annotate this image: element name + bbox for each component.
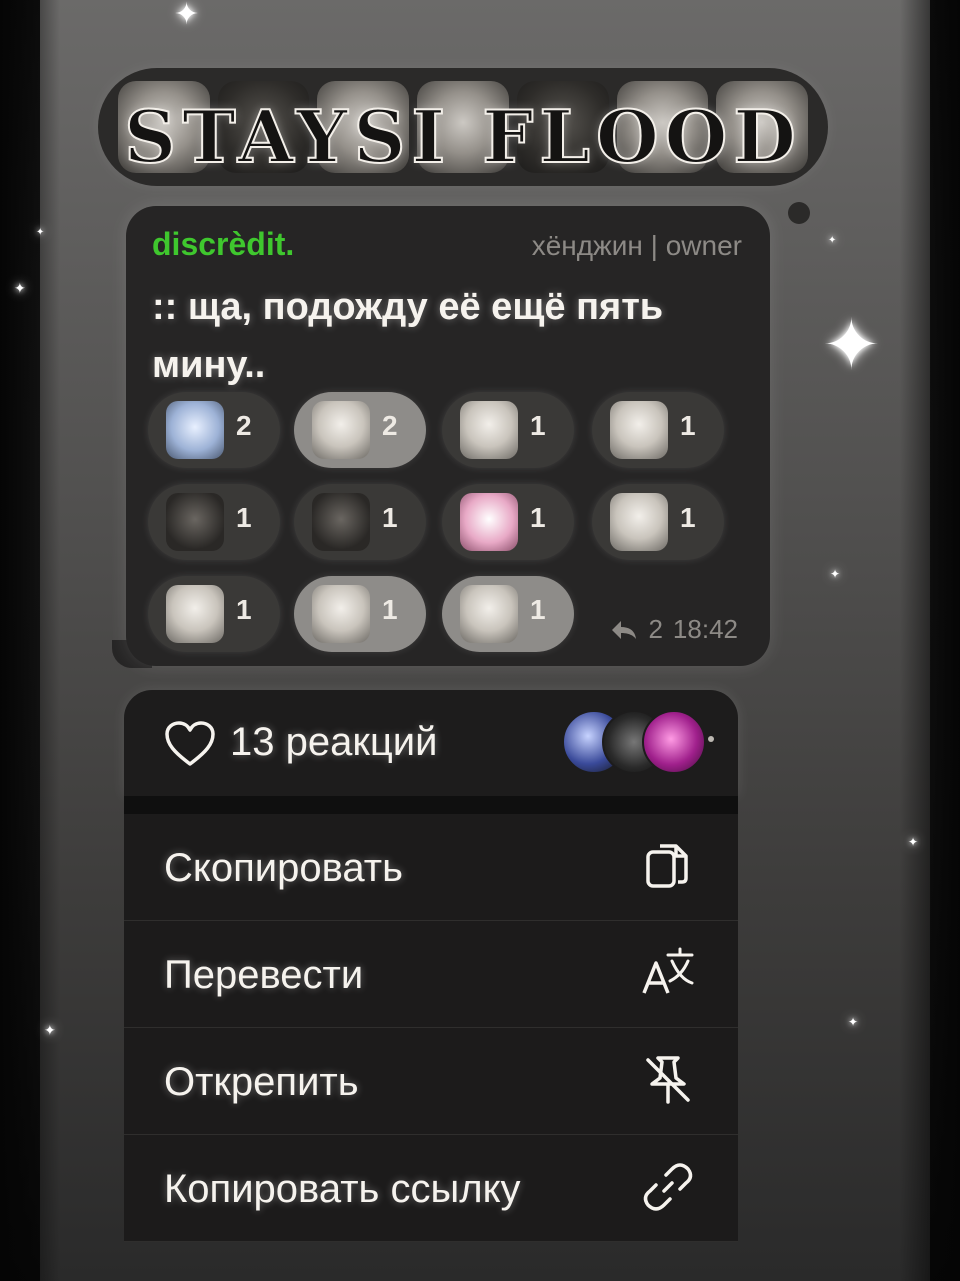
pinned-banner[interactable]: STAYSI FLOOD — [98, 68, 828, 186]
menu-item-label: Открепить — [164, 1060, 359, 1104]
sparkle-icon: ✦ — [828, 235, 837, 246]
translate-menu-item[interactable]: Перевести — [124, 921, 738, 1028]
sender-role: хёнджин | owner — [531, 230, 742, 261]
message-time: 18:42 — [672, 614, 738, 644]
sleeping-cat-sticker-icon — [166, 401, 224, 459]
reaction-chip[interactable]: 2 — [148, 392, 280, 468]
link-icon — [643, 1163, 693, 1211]
sad-cat-face-sticker-icon — [312, 401, 370, 459]
menu-separator — [124, 796, 738, 814]
reply-arrow-icon — [612, 620, 637, 639]
message-bubble[interactable]: discrèdit. хёнджин | owner :: ща, подожд… — [126, 206, 770, 666]
marie-cat-sticker-icon — [460, 493, 518, 551]
sparkle-icon: ✦ — [830, 567, 841, 581]
reactions-count-label: 13 реакций — [230, 720, 438, 764]
lying-cat-sticker-icon — [460, 585, 518, 643]
tabby-cat-face-sticker-icon — [610, 401, 668, 459]
banner-tail-dot — [788, 202, 810, 224]
context-menu: 13 реакций Скопировать Перевести Открепи… — [124, 690, 738, 1281]
reaction-chip[interactable]: 1 — [592, 392, 724, 468]
reactions-summary-row[interactable]: 13 реакций — [124, 690, 738, 796]
reaction-chip[interactable]: 1 — [294, 484, 426, 560]
reaction-chip[interactable]: 2 — [294, 392, 426, 468]
sparkle-icon: ✦ — [174, 0, 200, 32]
menu-item-label: Копировать ссылку — [164, 1167, 521, 1211]
reaction-chip[interactable]: 1 — [442, 392, 574, 468]
siamese-cat-sticker-icon — [312, 493, 370, 551]
sparkle-icon: ✦ — [822, 304, 881, 386]
sender-name[interactable]: discrèdit. — [152, 226, 294, 263]
reply-count: 2 — [648, 614, 663, 644]
reaction-chip[interactable]: 1 — [592, 484, 724, 560]
dark-cat-sticker-icon — [166, 493, 224, 551]
walking-kitten-sticker-icon — [610, 493, 668, 551]
right-vignette — [900, 0, 960, 1281]
left-vignette — [0, 0, 60, 1281]
unpin-menu-item[interactable]: Открепить — [124, 1028, 738, 1135]
copy-link-menu-item[interactable]: Копировать ссылку — [124, 1135, 738, 1242]
reactor-avatars[interactable] — [562, 710, 712, 774]
more-indicator — [708, 736, 714, 742]
menu-item-label: Перевести — [164, 953, 364, 997]
sparkle-icon: ✦ — [848, 1015, 859, 1029]
reaction-chip[interactable]: 1 — [148, 484, 280, 560]
avatar — [642, 710, 706, 774]
copy-menu-item[interactable]: Скопировать — [124, 814, 738, 921]
translate-icon — [642, 947, 694, 994]
message-text: :: ща, подожду её ещё пять мину.. — [152, 286, 664, 386]
sparkle-icon: ✦ — [44, 1023, 56, 1039]
cat-with-mug-sticker-icon — [312, 585, 370, 643]
reaction-chip[interactable]: 1 — [294, 576, 426, 652]
sparkle-icon: ✦ — [36, 227, 45, 238]
calico-cat-sticker-icon — [166, 585, 224, 643]
unpin-icon — [646, 1056, 690, 1104]
heart-icon — [165, 721, 215, 766]
banner-title: STAYSI FLOOD — [123, 93, 802, 180]
screen: ✦ ✦ ✦ ✦ ✦ ✦ ✦ ✦ ✦ ✦ STAYSI FLOOD discrèd… — [0, 0, 960, 1281]
reaction-chip[interactable]: 1 — [442, 576, 574, 652]
reaction-chip[interactable]: 1 — [442, 484, 574, 560]
sparkle-icon: ✦ — [908, 835, 919, 849]
message-meta: 2 18:42 — [610, 614, 738, 645]
sparkle-icon: ✦ — [14, 281, 26, 297]
white-kitten-sticker-icon — [460, 401, 518, 459]
copy-icon — [646, 844, 688, 888]
reaction-chip[interactable]: 1 — [148, 576, 280, 652]
menu-item-label: Скопировать — [164, 846, 403, 890]
